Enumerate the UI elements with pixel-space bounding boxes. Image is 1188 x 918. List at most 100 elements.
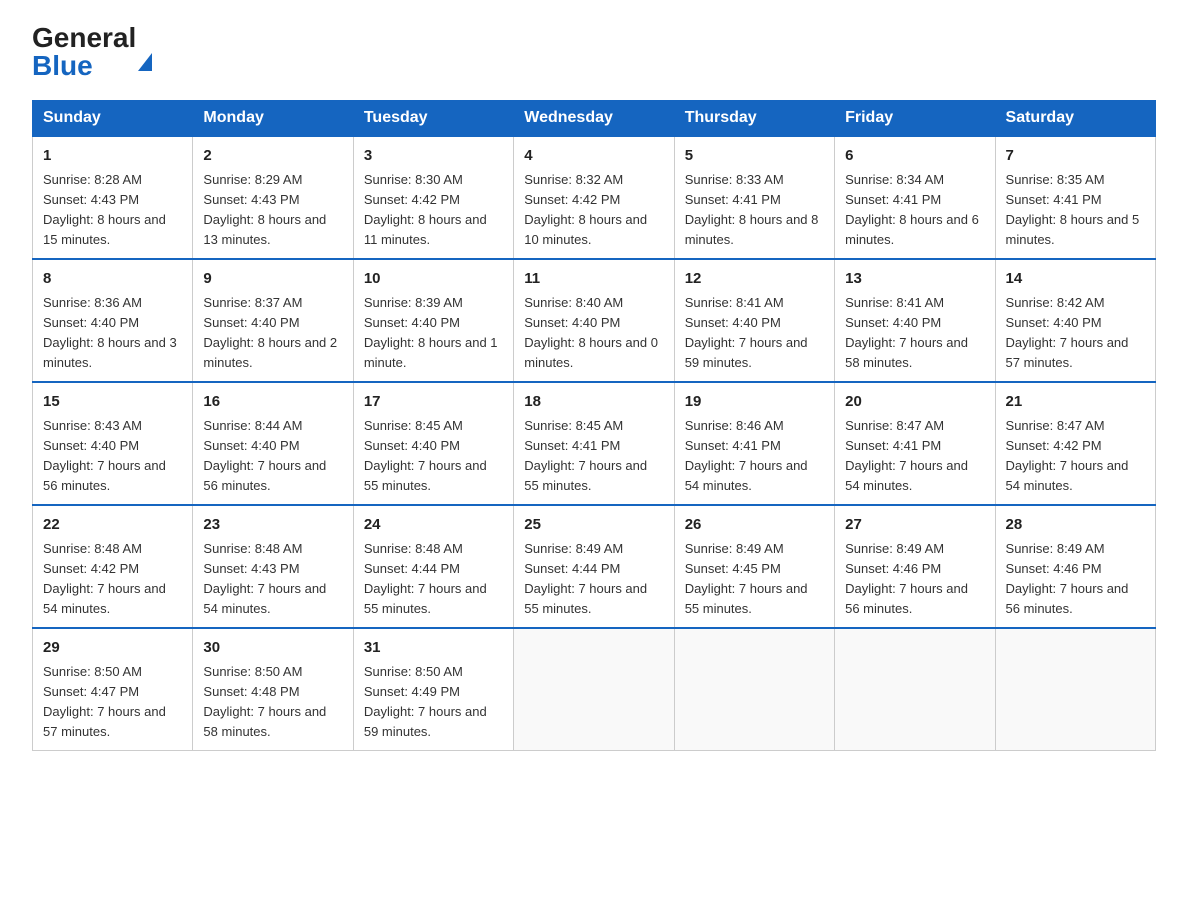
day-info: Sunrise: 8:40 AMSunset: 4:40 PMDaylight:… [524, 293, 663, 374]
calendar-cell: 31 Sunrise: 8:50 AMSunset: 4:49 PMDaylig… [353, 628, 513, 751]
day-info: Sunrise: 8:50 AMSunset: 4:48 PMDaylight:… [203, 662, 342, 743]
day-number: 20 [845, 391, 984, 414]
day-info: Sunrise: 8:37 AMSunset: 4:40 PMDaylight:… [203, 293, 342, 374]
calendar-cell: 4 Sunrise: 8:32 AMSunset: 4:42 PMDayligh… [514, 136, 674, 259]
day-number: 15 [43, 391, 182, 414]
calendar-cell: 13 Sunrise: 8:41 AMSunset: 4:40 PMDaylig… [835, 259, 995, 382]
calendar-cell: 29 Sunrise: 8:50 AMSunset: 4:47 PMDaylig… [33, 628, 193, 751]
day-info: Sunrise: 8:36 AMSunset: 4:40 PMDaylight:… [43, 293, 182, 374]
calendar-cell: 22 Sunrise: 8:48 AMSunset: 4:42 PMDaylig… [33, 505, 193, 628]
calendar-cell: 24 Sunrise: 8:48 AMSunset: 4:44 PMDaylig… [353, 505, 513, 628]
logo: General Blue [32, 24, 152, 80]
calendar-cell: 7 Sunrise: 8:35 AMSunset: 4:41 PMDayligh… [995, 136, 1155, 259]
day-info: Sunrise: 8:45 AMSunset: 4:41 PMDaylight:… [524, 416, 663, 497]
col-header-saturday: Saturday [995, 101, 1155, 137]
col-header-monday: Monday [193, 101, 353, 137]
calendar-cell: 20 Sunrise: 8:47 AMSunset: 4:41 PMDaylig… [835, 382, 995, 505]
day-info: Sunrise: 8:44 AMSunset: 4:40 PMDaylight:… [203, 416, 342, 497]
day-info: Sunrise: 8:50 AMSunset: 4:47 PMDaylight:… [43, 662, 182, 743]
day-info: Sunrise: 8:50 AMSunset: 4:49 PMDaylight:… [364, 662, 503, 743]
day-info: Sunrise: 8:42 AMSunset: 4:40 PMDaylight:… [1006, 293, 1145, 374]
calendar-cell: 6 Sunrise: 8:34 AMSunset: 4:41 PMDayligh… [835, 136, 995, 259]
page-header: General Blue [32, 24, 1156, 80]
calendar-cell: 9 Sunrise: 8:37 AMSunset: 4:40 PMDayligh… [193, 259, 353, 382]
day-number: 18 [524, 391, 663, 414]
calendar-week-5: 29 Sunrise: 8:50 AMSunset: 4:47 PMDaylig… [33, 628, 1156, 751]
calendar-cell [674, 628, 834, 751]
col-header-sunday: Sunday [33, 101, 193, 137]
day-number: 19 [685, 391, 824, 414]
calendar-cell: 27 Sunrise: 8:49 AMSunset: 4:46 PMDaylig… [835, 505, 995, 628]
calendar-cell: 19 Sunrise: 8:46 AMSunset: 4:41 PMDaylig… [674, 382, 834, 505]
calendar-cell: 23 Sunrise: 8:48 AMSunset: 4:43 PMDaylig… [193, 505, 353, 628]
day-info: Sunrise: 8:49 AMSunset: 4:46 PMDaylight:… [1006, 539, 1145, 620]
day-number: 11 [524, 268, 663, 291]
day-number: 23 [203, 514, 342, 537]
day-info: Sunrise: 8:45 AMSunset: 4:40 PMDaylight:… [364, 416, 503, 497]
day-number: 7 [1006, 145, 1145, 168]
calendar-cell [995, 628, 1155, 751]
day-number: 14 [1006, 268, 1145, 291]
calendar-cell: 5 Sunrise: 8:33 AMSunset: 4:41 PMDayligh… [674, 136, 834, 259]
calendar-cell: 14 Sunrise: 8:42 AMSunset: 4:40 PMDaylig… [995, 259, 1155, 382]
calendar-cell: 17 Sunrise: 8:45 AMSunset: 4:40 PMDaylig… [353, 382, 513, 505]
calendar-table: SundayMondayTuesdayWednesdayThursdayFrid… [32, 100, 1156, 751]
calendar-cell [835, 628, 995, 751]
day-info: Sunrise: 8:41 AMSunset: 4:40 PMDaylight:… [685, 293, 824, 374]
day-number: 30 [203, 637, 342, 660]
day-info: Sunrise: 8:29 AMSunset: 4:43 PMDaylight:… [203, 170, 342, 251]
day-info: Sunrise: 8:47 AMSunset: 4:41 PMDaylight:… [845, 416, 984, 497]
day-info: Sunrise: 8:28 AMSunset: 4:43 PMDaylight:… [43, 170, 182, 251]
col-header-friday: Friday [835, 101, 995, 137]
day-number: 1 [43, 145, 182, 168]
calendar-cell: 16 Sunrise: 8:44 AMSunset: 4:40 PMDaylig… [193, 382, 353, 505]
calendar-cell: 12 Sunrise: 8:41 AMSunset: 4:40 PMDaylig… [674, 259, 834, 382]
calendar-cell: 8 Sunrise: 8:36 AMSunset: 4:40 PMDayligh… [33, 259, 193, 382]
day-number: 12 [685, 268, 824, 291]
day-number: 22 [43, 514, 182, 537]
calendar-week-3: 15 Sunrise: 8:43 AMSunset: 4:40 PMDaylig… [33, 382, 1156, 505]
day-info: Sunrise: 8:32 AMSunset: 4:42 PMDaylight:… [524, 170, 663, 251]
calendar-cell: 21 Sunrise: 8:47 AMSunset: 4:42 PMDaylig… [995, 382, 1155, 505]
calendar-header-row: SundayMondayTuesdayWednesdayThursdayFrid… [33, 101, 1156, 137]
calendar-cell: 28 Sunrise: 8:49 AMSunset: 4:46 PMDaylig… [995, 505, 1155, 628]
day-number: 31 [364, 637, 503, 660]
day-number: 2 [203, 145, 342, 168]
day-info: Sunrise: 8:49 AMSunset: 4:45 PMDaylight:… [685, 539, 824, 620]
calendar-week-1: 1 Sunrise: 8:28 AMSunset: 4:43 PMDayligh… [33, 136, 1156, 259]
day-number: 17 [364, 391, 503, 414]
col-header-wednesday: Wednesday [514, 101, 674, 137]
calendar-cell: 26 Sunrise: 8:49 AMSunset: 4:45 PMDaylig… [674, 505, 834, 628]
logo-blue-text: Blue [32, 52, 93, 80]
day-info: Sunrise: 8:49 AMSunset: 4:46 PMDaylight:… [845, 539, 984, 620]
day-info: Sunrise: 8:46 AMSunset: 4:41 PMDaylight:… [685, 416, 824, 497]
day-info: Sunrise: 8:48 AMSunset: 4:43 PMDaylight:… [203, 539, 342, 620]
day-info: Sunrise: 8:48 AMSunset: 4:44 PMDaylight:… [364, 539, 503, 620]
day-number: 4 [524, 145, 663, 168]
day-info: Sunrise: 8:43 AMSunset: 4:40 PMDaylight:… [43, 416, 182, 497]
day-number: 3 [364, 145, 503, 168]
day-info: Sunrise: 8:30 AMSunset: 4:42 PMDaylight:… [364, 170, 503, 251]
day-info: Sunrise: 8:34 AMSunset: 4:41 PMDaylight:… [845, 170, 984, 251]
day-info: Sunrise: 8:47 AMSunset: 4:42 PMDaylight:… [1006, 416, 1145, 497]
day-number: 28 [1006, 514, 1145, 537]
calendar-cell: 3 Sunrise: 8:30 AMSunset: 4:42 PMDayligh… [353, 136, 513, 259]
day-info: Sunrise: 8:48 AMSunset: 4:42 PMDaylight:… [43, 539, 182, 620]
col-header-tuesday: Tuesday [353, 101, 513, 137]
logo-triangle-icon [138, 22, 152, 71]
day-number: 9 [203, 268, 342, 291]
day-info: Sunrise: 8:35 AMSunset: 4:41 PMDaylight:… [1006, 170, 1145, 251]
calendar-cell: 10 Sunrise: 8:39 AMSunset: 4:40 PMDaylig… [353, 259, 513, 382]
calendar-cell: 1 Sunrise: 8:28 AMSunset: 4:43 PMDayligh… [33, 136, 193, 259]
col-header-thursday: Thursday [674, 101, 834, 137]
day-number: 5 [685, 145, 824, 168]
calendar-cell: 11 Sunrise: 8:40 AMSunset: 4:40 PMDaylig… [514, 259, 674, 382]
calendar-week-4: 22 Sunrise: 8:48 AMSunset: 4:42 PMDaylig… [33, 505, 1156, 628]
day-info: Sunrise: 8:41 AMSunset: 4:40 PMDaylight:… [845, 293, 984, 374]
day-number: 16 [203, 391, 342, 414]
calendar-week-2: 8 Sunrise: 8:36 AMSunset: 4:40 PMDayligh… [33, 259, 1156, 382]
day-number: 25 [524, 514, 663, 537]
day-number: 26 [685, 514, 824, 537]
day-number: 6 [845, 145, 984, 168]
day-number: 24 [364, 514, 503, 537]
